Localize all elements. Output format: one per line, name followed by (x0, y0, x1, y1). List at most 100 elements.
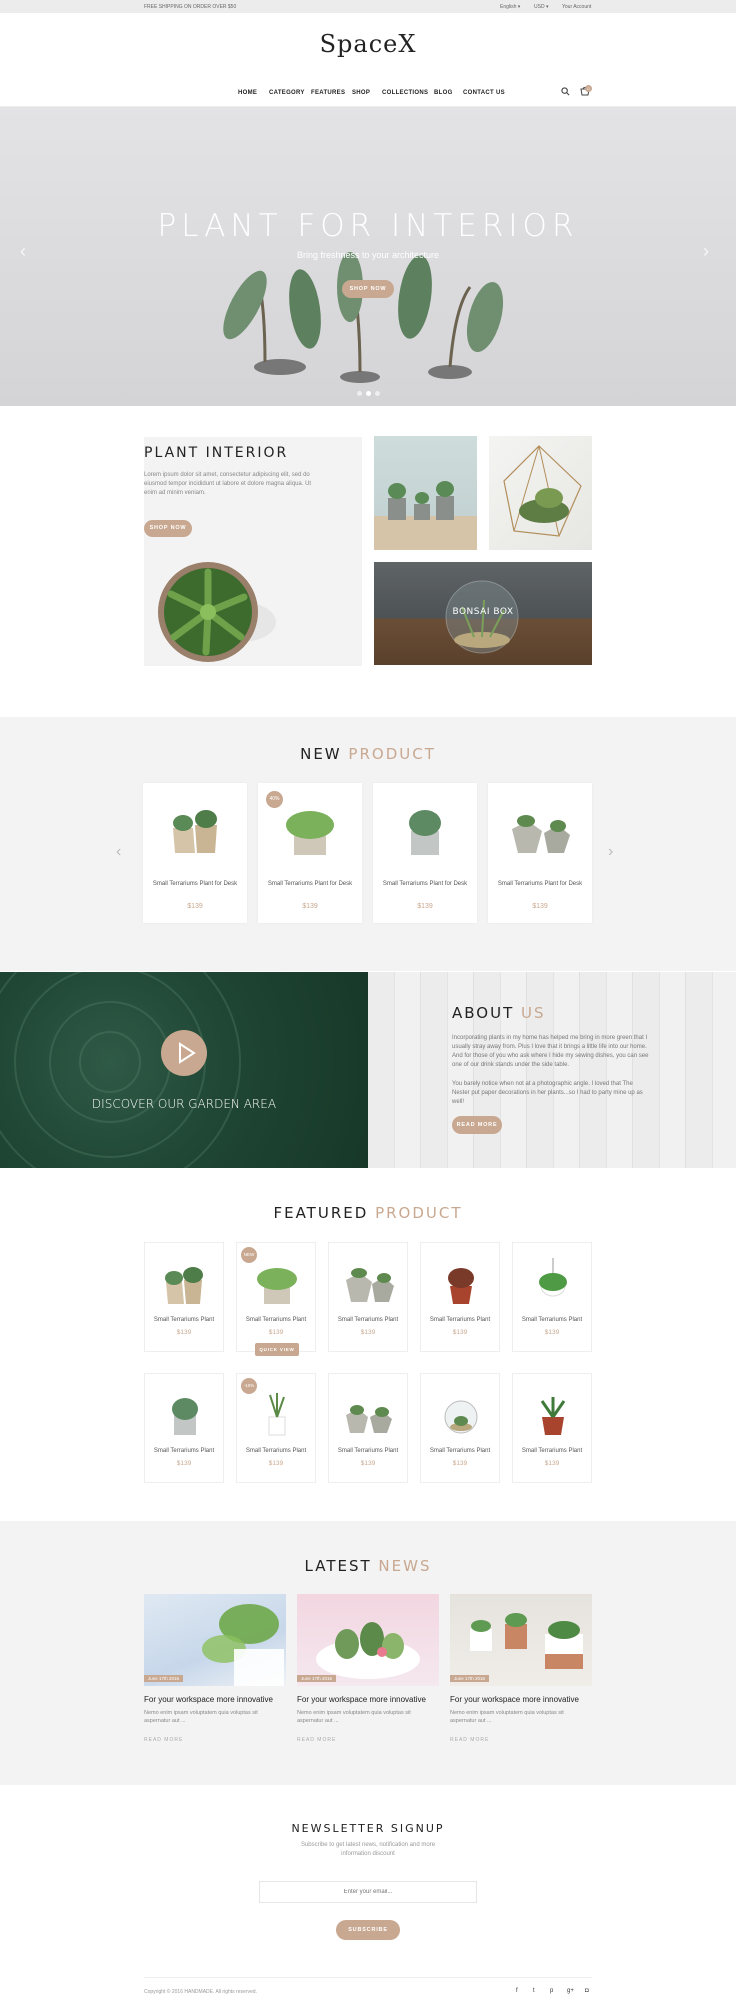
instagram-icon[interactable]: ◘ (585, 1988, 589, 1994)
product-price: $139 (360, 1460, 376, 1467)
nav-blog[interactable]: BLOG (434, 90, 453, 96)
nav-shop[interactable]: SHOP (352, 90, 370, 96)
hero-subtitle: Bring freshness to your architecture (296, 250, 440, 260)
hero-pagination-dots[interactable] (355, 383, 382, 401)
product-name[interactable]: Small Terrariums Plant (145, 1448, 223, 1454)
news-title[interactable]: For your workspace more innovative (450, 1695, 579, 1704)
aloe-plant-image (158, 562, 276, 662)
search-icon[interactable] (561, 87, 570, 98)
product-name[interactable]: Small Terrariums Plant for Desk (143, 880, 247, 889)
play-video-button[interactable] (161, 1030, 207, 1076)
featured-product-card[interactable]: Small Terrariums Plant $139 (144, 1373, 224, 1483)
product-image (512, 815, 570, 853)
product-name[interactable]: Small Terrariums Plant (329, 1317, 407, 1323)
copyright-text: Copyright © 2016 HANDMADE. All rights re… (144, 1989, 257, 1995)
bonsai-box-label[interactable]: BONSAI BOX (374, 607, 592, 617)
cart-count-badge: 0 (585, 85, 592, 92)
site-logo[interactable]: SpaceX (0, 30, 736, 58)
news-excerpt: Nemo enim ipsam voluptatem quia voluptas… (450, 1710, 564, 1724)
new-product-card[interactable]: 40% Small Terrariums Plant for Desk $139 (258, 783, 362, 923)
nav-contact-us[interactable]: CONTACT US (463, 90, 505, 96)
product-image (165, 1267, 203, 1304)
product-name[interactable]: Small Terrariums Plant (421, 1317, 499, 1323)
hero-shop-now-button[interactable]: SHOP NOW (342, 280, 394, 298)
news-read-more-link[interactable]: READ MORE (144, 1737, 183, 1743)
google-plus-icon[interactable]: g+ (567, 1988, 574, 1994)
featured-product-card[interactable]: Small Terrariums Plant $139 (512, 1242, 592, 1352)
news-excerpt: Nemo enim ipsam voluptatem quia voluptas… (297, 1710, 411, 1724)
news-title-a: LATEST (304, 1557, 372, 1575)
news-read-more-link[interactable]: READ MORE (297, 1737, 336, 1743)
product-price: $139 (452, 1460, 468, 1467)
new-product-card[interactable]: Small Terrariums Plant for Desk $139 (373, 783, 477, 923)
nav-features[interactable]: FEATURES (311, 90, 345, 96)
featured-product-card[interactable]: Small Terrariums Plant $139 -10% (236, 1373, 316, 1483)
product-name[interactable]: Small Terrariums Plant (513, 1317, 591, 1323)
product-image (268, 1393, 286, 1436)
new-product-card[interactable]: Small Terrariums Plant for Desk $139 (143, 783, 247, 923)
currency-select[interactable]: USD ▾ (534, 4, 548, 10)
product-name[interactable]: Small Terrariums Plant (421, 1448, 499, 1454)
product-image (173, 810, 217, 853)
quick-view-button[interactable]: QUICK VIEW (255, 1343, 299, 1356)
about-paragraph-1: Incorporating plants in my home has help… (452, 1035, 649, 1068)
news-image[interactable] (450, 1594, 592, 1686)
product-badge: NEW (241, 1247, 257, 1263)
new-product-prev-arrow[interactable]: ‹ (116, 843, 121, 861)
featured-product-card[interactable]: Small Terrariums Plant $139 NEW QUICK VIEW (236, 1242, 316, 1356)
product-name[interactable]: Small Terrariums Plant for Desk (258, 880, 362, 889)
pinterest-icon[interactable]: p (550, 1988, 553, 1994)
product-name[interactable]: Small Terrariums Plant for Desk (488, 880, 592, 889)
top-bar: FREE SHIPPING ON ORDER OVER $50 English … (0, 0, 736, 13)
about-read-more-button[interactable]: READ MORE (452, 1116, 502, 1134)
featured-product-card[interactable]: Small Terrariums Plant $139 (512, 1373, 592, 1483)
product-name[interactable]: Small Terrariums Plant (237, 1317, 315, 1323)
new-product-card[interactable]: Small Terrariums Plant for Desk $139 (488, 783, 592, 923)
product-image (346, 1268, 394, 1302)
new-product-title-a: NEW (300, 745, 342, 763)
interior-shop-now-button[interactable]: SHOP NOW (144, 520, 192, 537)
product-name[interactable]: Small Terrariums Plant (329, 1448, 407, 1454)
news-excerpt: Nemo enim ipsam voluptatem quia voluptas… (144, 1710, 258, 1724)
featured-product-card[interactable]: Small Terrariums Plant $139 (328, 1373, 408, 1483)
product-name[interactable]: Small Terrariums Plant for Desk (373, 880, 477, 889)
product-price: $139 (268, 1329, 284, 1336)
language-select[interactable]: English ▾ (500, 4, 520, 10)
newsletter-text: Subscribe to get latest news, notificati… (300, 1842, 436, 1857)
new-product-title-b: PRODUCT (348, 745, 436, 763)
subscribe-button[interactable]: SUBSCRIBE (336, 1920, 400, 1940)
featured-product-card[interactable]: Small Terrariums Plant $139 (328, 1242, 408, 1352)
product-image (286, 811, 334, 855)
new-product-next-arrow[interactable]: › (608, 843, 613, 861)
news-title[interactable]: For your workspace more innovative (144, 1695, 273, 1704)
product-name[interactable]: Small Terrariums Plant (237, 1448, 315, 1454)
featured-product-card[interactable]: Small Terrariums Plant $139 (420, 1242, 500, 1352)
product-image (444, 1400, 478, 1434)
nav-collections[interactable]: COLLECTIONS (382, 90, 428, 96)
product-name[interactable]: Small Terrariums Plant (513, 1448, 591, 1454)
featured-product-card[interactable]: Small Terrariums Plant $139 (420, 1373, 500, 1483)
product-price: $139 (176, 1329, 192, 1336)
account-link[interactable]: Your Account (562, 4, 591, 10)
product-image (540, 1397, 566, 1435)
plant-interior-text: Lorem ipsum dolor sit amet, consectetur … (144, 472, 312, 496)
news-read-more-link[interactable]: READ MORE (450, 1737, 489, 1743)
featured-product-title: FEATURED PRODUCT (0, 1204, 736, 1222)
news-date: June 17th 2016 (450, 1675, 490, 1682)
news-title[interactable]: For your workspace more innovative (297, 1695, 426, 1704)
product-price: $139 (544, 1460, 560, 1467)
footer-divider (144, 1977, 592, 1978)
new-product-title: NEW PRODUCT (0, 745, 736, 763)
product-price: $139 (268, 1460, 284, 1467)
facebook-icon[interactable]: f (516, 1988, 518, 1994)
news-image[interactable] (144, 1594, 286, 1686)
product-name[interactable]: Small Terrariums Plant (145, 1317, 223, 1323)
twitter-icon[interactable]: t (533, 1988, 535, 1994)
featured-product-card[interactable]: Small Terrariums Plant $139 (144, 1242, 224, 1352)
terrarium-image (489, 436, 592, 550)
nav-home[interactable]: HOME (238, 90, 257, 96)
news-image[interactable] (297, 1594, 439, 1686)
product-price: $139 (417, 903, 433, 910)
newsletter-email-input[interactable] (259, 1881, 477, 1903)
nav-category[interactable]: CATEGORY (269, 90, 305, 96)
